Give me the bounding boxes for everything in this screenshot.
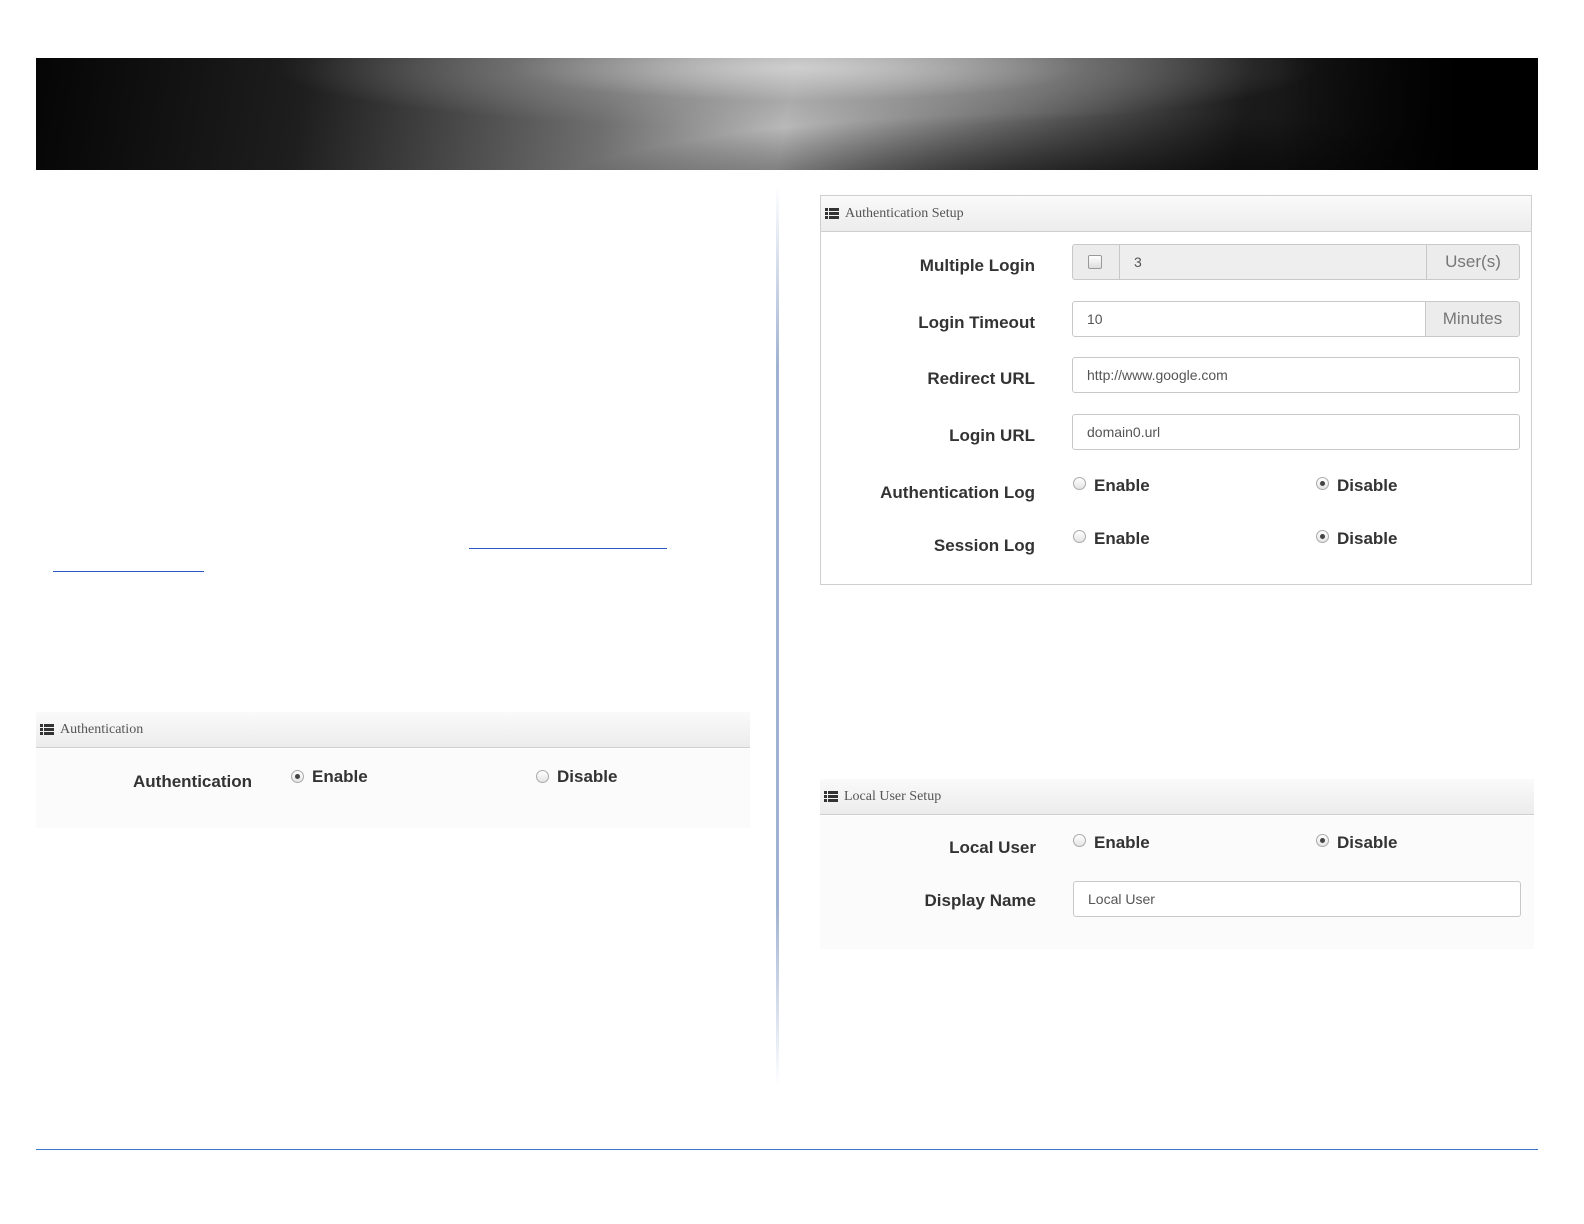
authentication-log-enable-radio[interactable] — [1073, 477, 1086, 490]
login-timeout-label: Login Timeout — [918, 313, 1035, 332]
panel-title: Local User Setup — [844, 789, 942, 804]
multiple-login-checkbox-addon — [1072, 244, 1120, 280]
local-user-setup-panel: Local User Setup Local User Enable Disab… — [820, 779, 1534, 949]
session-log-enable-radio[interactable] — [1073, 530, 1086, 543]
login-url-input[interactable]: domain0.url — [1072, 414, 1520, 450]
redirect-url-input[interactable]: http://www.google.com — [1072, 357, 1520, 393]
panel-body: Authentication Enable Disable — [36, 749, 750, 828]
panel-header: Local User Setup — [820, 779, 1534, 815]
authentication-log-disable-label[interactable]: Disable — [1337, 476, 1397, 496]
panel-body: Multiple Login 3 User(s) Login Timeout 1… — [821, 233, 1531, 584]
login-timeout-unit: Minutes — [1425, 301, 1520, 337]
list-icon — [825, 208, 839, 219]
panel-header: Authentication — [36, 712, 750, 748]
list-icon — [824, 791, 838, 802]
session-log-disable-label[interactable]: Disable — [1337, 529, 1397, 549]
authentication-log-enable-label[interactable]: Enable — [1094, 476, 1150, 496]
multiple-login-unit: User(s) — [1426, 244, 1520, 280]
local-user-label: Local User — [949, 838, 1036, 857]
display-name-label: Display Name — [924, 891, 1037, 910]
panel-body: Local User Enable Disable Display Name L… — [820, 816, 1534, 949]
multiple-login-input[interactable]: 3 — [1119, 244, 1427, 280]
authentication-label: Authentication — [133, 772, 252, 791]
footer-divider — [36, 1149, 1538, 1150]
authentication-disable-radio[interactable] — [536, 770, 549, 783]
multiple-login-checkbox[interactable] — [1088, 255, 1102, 269]
redirect-url-label: Redirect URL — [927, 369, 1035, 388]
authentication-log-label: Authentication Log — [880, 483, 1035, 502]
list-icon — [40, 724, 54, 735]
panel-header: Authentication Setup — [821, 196, 1531, 232]
session-log-disable-radio[interactable] — [1316, 530, 1329, 543]
authentication-enable-label[interactable]: Enable — [312, 767, 368, 787]
login-timeout-input[interactable]: 10 — [1072, 301, 1426, 337]
panel-title: Authentication — [60, 722, 144, 737]
authentication-panel: Authentication Authentication Enable Dis… — [36, 712, 750, 828]
session-log-enable-label[interactable]: Enable — [1094, 529, 1150, 549]
local-user-disable-label[interactable]: Disable — [1337, 833, 1397, 853]
column-divider — [776, 186, 779, 1086]
header-banner — [36, 58, 1538, 170]
multiple-login-label: Multiple Login — [919, 256, 1035, 275]
panel-title: Authentication Setup — [845, 206, 964, 221]
authentication-enable-radio[interactable] — [291, 770, 304, 783]
session-log-label: Session Log — [933, 536, 1035, 555]
document-link-underline[interactable] — [469, 548, 667, 549]
document-link-underline-continued[interactable] — [53, 571, 204, 572]
authentication-disable-label[interactable]: Disable — [557, 767, 617, 787]
login-url-label: Login URL — [949, 426, 1035, 445]
local-user-enable-label[interactable]: Enable — [1094, 833, 1150, 853]
local-user-enable-radio[interactable] — [1073, 834, 1086, 847]
authentication-setup-panel: Authentication Setup Multiple Login 3 Us… — [820, 195, 1532, 585]
display-name-input[interactable]: Local User — [1073, 881, 1521, 917]
authentication-log-disable-radio[interactable] — [1316, 477, 1329, 490]
local-user-disable-radio[interactable] — [1316, 834, 1329, 847]
